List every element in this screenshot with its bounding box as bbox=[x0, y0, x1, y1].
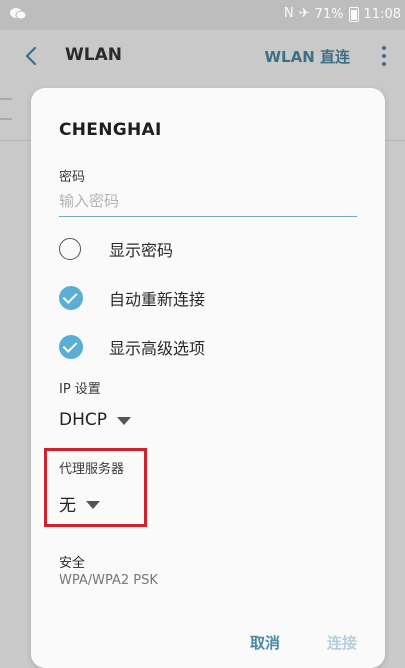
security-value: WPA/WPA2 PSK bbox=[59, 573, 158, 588]
wifi-connect-dialog: CHENGHAI 密码 显示密码 自动重新连接 显示高级选项 IP 设置 DHC… bbox=[31, 88, 385, 668]
show-password-row[interactable]: 显示密码 bbox=[59, 234, 173, 264]
password-input[interactable] bbox=[59, 186, 357, 217]
dropdown-arrow-icon bbox=[117, 417, 131, 425]
auto-reconnect-label: 自动重新连接 bbox=[109, 290, 206, 309]
app-bar: WLAN WLAN 直连 bbox=[0, 30, 405, 82]
wlan-direct-button[interactable]: WLAN 直连 bbox=[265, 46, 351, 67]
ip-settings-value: DHCP bbox=[59, 410, 107, 430]
network-name: CHENGHAI bbox=[59, 120, 162, 140]
show-advanced-row[interactable]: 显示高级选项 bbox=[59, 332, 205, 362]
dropdown-arrow-icon bbox=[86, 500, 100, 509]
page-title: WLAN bbox=[65, 45, 122, 65]
password-label: 密码 bbox=[59, 170, 86, 185]
show-advanced-label: 显示高级选项 bbox=[109, 339, 206, 358]
ip-settings-label: IP 设置 bbox=[59, 382, 101, 397]
nfc-icon: N bbox=[283, 6, 294, 21]
battery-percent: 71% bbox=[314, 6, 344, 22]
auto-reconnect-row[interactable]: 自动重新连接 bbox=[59, 283, 205, 313]
show-password-checkbox[interactable] bbox=[59, 238, 81, 260]
show-password-label: 显示密码 bbox=[109, 241, 174, 260]
ip-settings-dropdown[interactable]: DHCP bbox=[59, 410, 131, 430]
proxy-dropdown[interactable]: 无 bbox=[59, 491, 100, 516]
chat-icon bbox=[10, 7, 27, 26]
back-arrow-icon[interactable] bbox=[18, 42, 46, 70]
airplane-icon: ✈ bbox=[298, 6, 310, 21]
security-label: 安全 bbox=[59, 556, 86, 571]
status-bar: N ✈ 71% 11:08 bbox=[0, 0, 405, 30]
proxy-value: 无 bbox=[59, 496, 76, 516]
more-vertical-icon[interactable] bbox=[379, 44, 389, 68]
clock: 11:08 bbox=[363, 6, 401, 22]
show-advanced-checkbox[interactable] bbox=[59, 335, 83, 359]
battery-icon bbox=[348, 6, 359, 22]
auto-reconnect-checkbox[interactable] bbox=[59, 286, 83, 310]
background-list-fragment bbox=[0, 98, 12, 120]
proxy-label: 代理服务器 bbox=[59, 462, 125, 477]
